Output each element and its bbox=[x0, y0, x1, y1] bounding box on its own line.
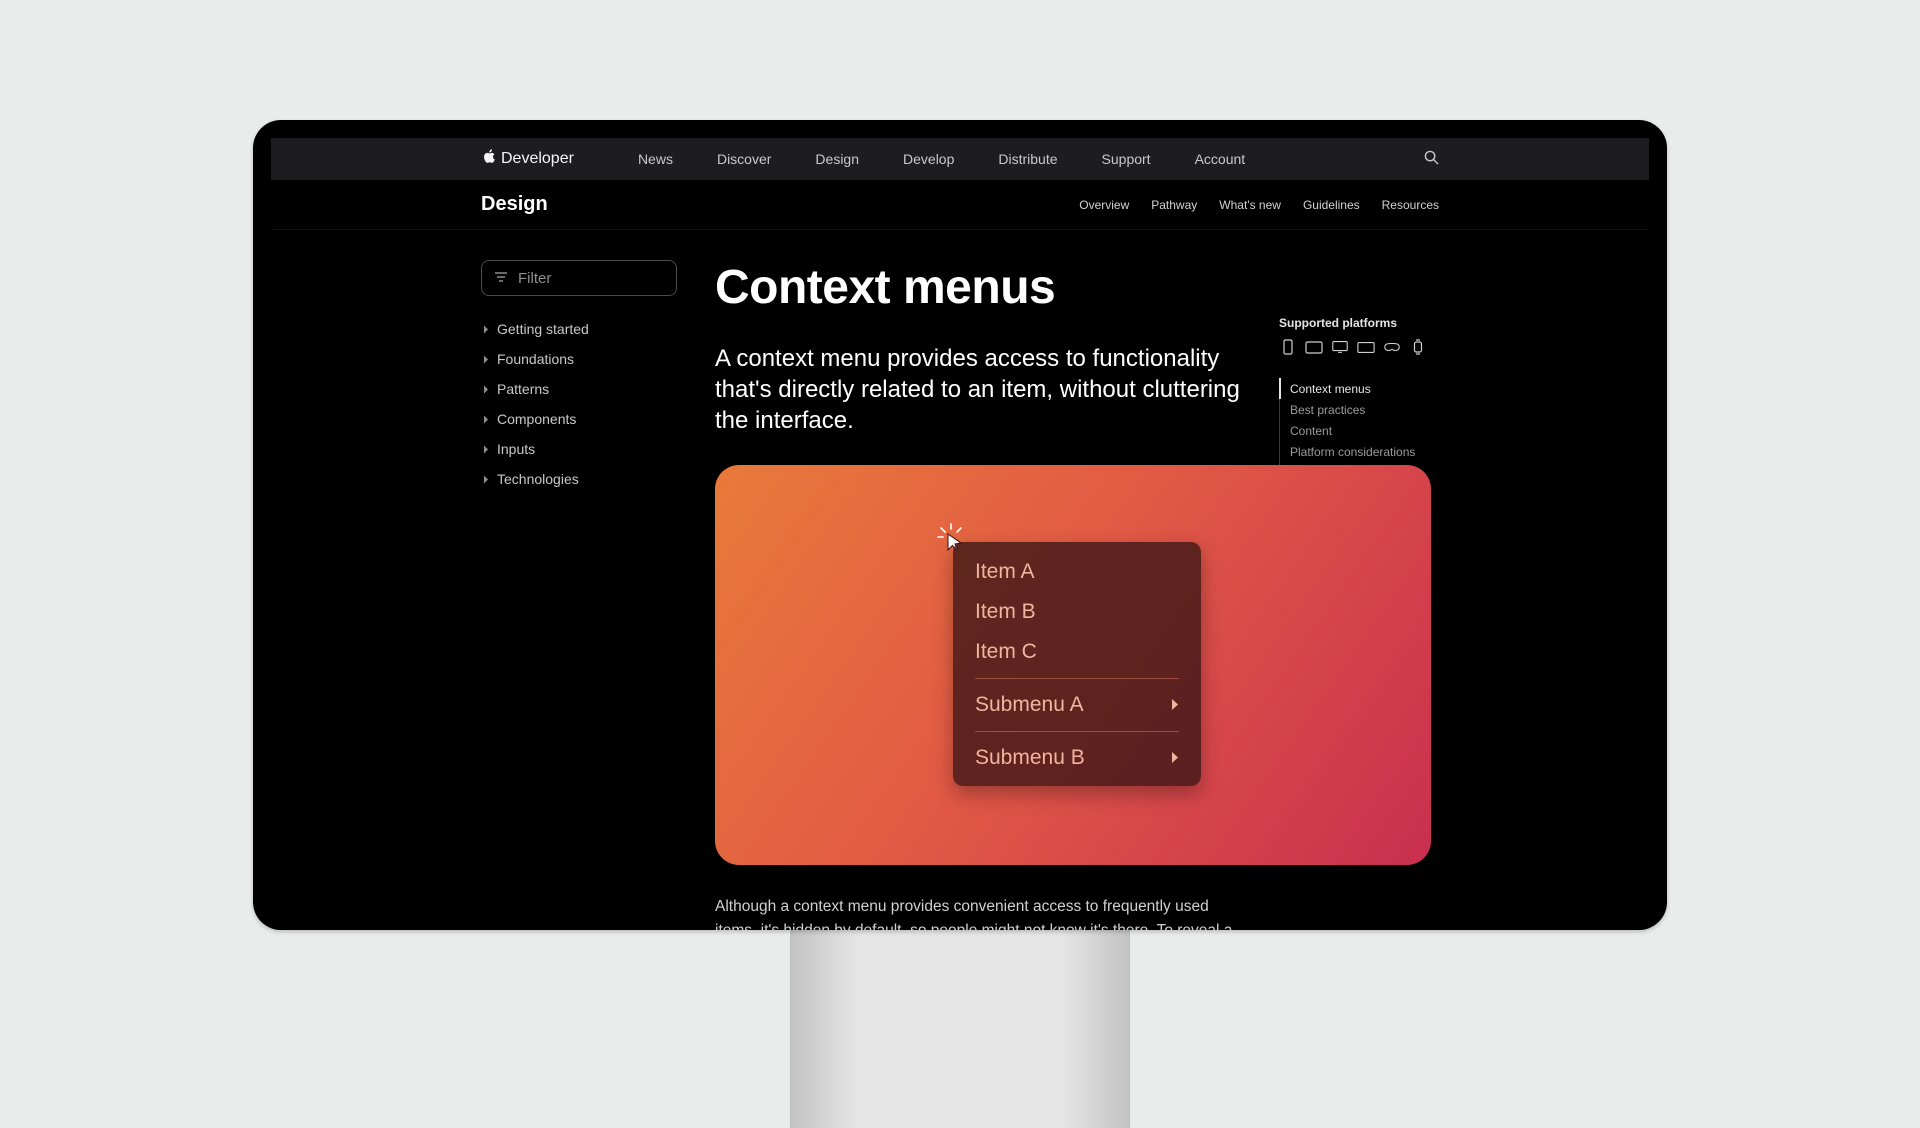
sidebar-item-patterns[interactable]: Patterns bbox=[481, 374, 677, 404]
nav-distribute[interactable]: Distribute bbox=[998, 151, 1057, 167]
chevron-right-icon bbox=[483, 441, 489, 457]
chevron-right-icon bbox=[483, 381, 489, 397]
subnav-pathway[interactable]: Pathway bbox=[1151, 198, 1197, 212]
subnav-title[interactable]: Design bbox=[481, 193, 548, 216]
body-paragraph: Although a context menu provides conveni… bbox=[715, 895, 1241, 930]
nav-discover[interactable]: Discover bbox=[717, 151, 771, 167]
iphone-icon bbox=[1279, 340, 1297, 354]
lead-text: A context menu provides access to functi… bbox=[715, 343, 1241, 437]
vision-icon bbox=[1383, 340, 1401, 354]
hero-illustration: Item A Item B Item C Submenu A Submenu B bbox=[715, 465, 1431, 865]
chevron-right-icon bbox=[483, 411, 489, 427]
search-icon[interactable] bbox=[1424, 150, 1439, 168]
chevron-right-icon bbox=[1171, 693, 1179, 717]
nav-support[interactable]: Support bbox=[1102, 151, 1151, 167]
sub-nav: Design Overview Pathway What's new Guide… bbox=[271, 180, 1649, 230]
filter-input[interactable] bbox=[518, 270, 664, 287]
filter-icon bbox=[494, 270, 508, 287]
content: Getting started Foundations Patterns Com… bbox=[271, 230, 1649, 930]
tv-icon bbox=[1357, 340, 1375, 354]
sidebar-item-components[interactable]: Components bbox=[481, 404, 677, 434]
monitor-frame: Developer News Discover Design Develop D… bbox=[253, 120, 1667, 930]
sidebar-item-inputs[interactable]: Inputs bbox=[481, 434, 677, 464]
brand-link[interactable]: Developer bbox=[481, 148, 574, 170]
monitor-stand bbox=[790, 928, 1130, 1128]
main: Context menus A context menu provides ac… bbox=[715, 260, 1241, 930]
menu-separator bbox=[975, 731, 1179, 732]
platforms-heading: Supported platforms bbox=[1279, 316, 1439, 330]
page-title: Context menus bbox=[715, 260, 1241, 315]
subnav-resources[interactable]: Resources bbox=[1382, 198, 1439, 212]
nav-design[interactable]: Design bbox=[815, 151, 859, 167]
sidebar-item-label: Foundations bbox=[497, 351, 574, 367]
sidebar: Getting started Foundations Patterns Com… bbox=[481, 260, 677, 930]
menu-item-a[interactable]: Item A bbox=[953, 552, 1201, 592]
subnav-whatsnew[interactable]: What's new bbox=[1219, 198, 1281, 212]
toc-context-menus[interactable]: Context menus bbox=[1279, 378, 1439, 399]
global-nav: Developer News Discover Design Develop D… bbox=[271, 138, 1649, 180]
toc-platform-considerations[interactable]: Platform considerations bbox=[1290, 441, 1439, 462]
sidebar-item-getting-started[interactable]: Getting started bbox=[481, 314, 677, 344]
context-menu-popup: Item A Item B Item C Submenu A Submenu B bbox=[953, 542, 1201, 786]
chevron-right-icon bbox=[1171, 746, 1179, 770]
chevron-right-icon bbox=[483, 321, 489, 337]
platform-icons bbox=[1279, 340, 1439, 354]
sidebar-item-foundations[interactable]: Foundations bbox=[481, 344, 677, 374]
toc-best-practices[interactable]: Best practices bbox=[1290, 399, 1439, 420]
nav-account[interactable]: Account bbox=[1195, 151, 1246, 167]
apple-logo-icon bbox=[481, 148, 496, 170]
chevron-right-icon bbox=[483, 471, 489, 487]
filter-field[interactable] bbox=[481, 260, 677, 296]
menu-separator bbox=[975, 678, 1179, 679]
subnav-guidelines[interactable]: Guidelines bbox=[1303, 198, 1360, 212]
sidebar-item-label: Technologies bbox=[497, 471, 579, 487]
toc-content[interactable]: Content bbox=[1290, 420, 1439, 441]
submenu-item-a[interactable]: Submenu A bbox=[953, 685, 1201, 725]
sidebar-item-label: Patterns bbox=[497, 381, 549, 397]
sidebar-item-label: Components bbox=[497, 411, 576, 427]
mac-icon bbox=[1331, 340, 1349, 354]
sidebar-item-label: Inputs bbox=[497, 441, 535, 457]
subnav-overview[interactable]: Overview bbox=[1079, 198, 1129, 212]
sidebar-item-technologies[interactable]: Technologies bbox=[481, 464, 677, 494]
ipad-icon bbox=[1305, 340, 1323, 354]
brand-text: Developer bbox=[501, 150, 574, 168]
submenu-item-b[interactable]: Submenu B bbox=[953, 738, 1201, 778]
sidebar-list: Getting started Foundations Patterns Com… bbox=[481, 314, 677, 494]
menu-item-b[interactable]: Item B bbox=[953, 592, 1201, 632]
screen: Developer News Discover Design Develop D… bbox=[271, 138, 1649, 930]
watch-icon bbox=[1409, 340, 1427, 354]
nav-news[interactable]: News bbox=[638, 151, 673, 167]
chevron-right-icon bbox=[483, 351, 489, 367]
nav-develop[interactable]: Develop bbox=[903, 151, 954, 167]
sidebar-item-label: Getting started bbox=[497, 321, 589, 337]
subnav-links: Overview Pathway What's new Guidelines R… bbox=[1079, 198, 1439, 212]
menu-item-c[interactable]: Item C bbox=[953, 632, 1201, 672]
